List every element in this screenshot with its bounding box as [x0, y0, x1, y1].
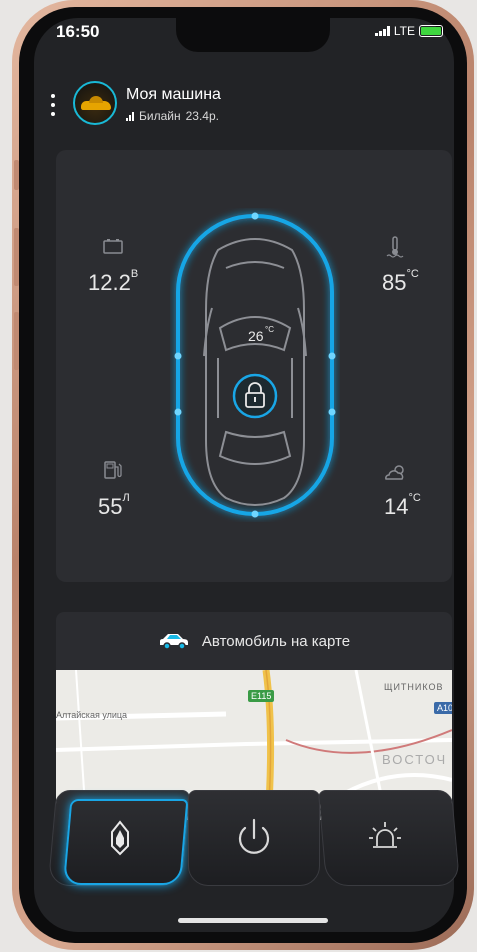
status-time: 16:50	[56, 22, 100, 41]
map-label-district: ЩИТНИКОВ	[384, 682, 444, 692]
battery-voltage-value: 12.2	[88, 270, 131, 295]
key-icon	[111, 820, 129, 856]
map-label-district-2: ВОСТОЧ	[382, 752, 448, 767]
fuel-level-unit: Л	[122, 492, 130, 504]
volume-down-button	[14, 312, 19, 370]
mute-switch	[14, 160, 19, 190]
car-icon	[159, 634, 188, 649]
map-label-street: Алтайская улица	[56, 710, 128, 720]
engine-temperature-value: 85	[382, 270, 407, 295]
sim-balance: 23.4р.	[185, 109, 219, 123]
power-icon	[238, 818, 270, 854]
car-on-map-card[interactable]: Автомобиль на карте	[56, 612, 452, 670]
engine-temperature: 85°C	[382, 268, 419, 296]
operator-signal-icon	[126, 111, 134, 121]
cabin-temperature-unit: °C	[265, 325, 274, 334]
car-avatar[interactable]	[73, 81, 117, 125]
engine-temperature-unit: °C	[406, 268, 419, 280]
siren-icon	[369, 822, 401, 848]
battery-voltage: 12.2В	[88, 268, 139, 296]
battery-icon	[103, 238, 123, 259]
security-perimeter	[176, 214, 334, 516]
network-type: LTE	[393, 24, 415, 38]
map-route-e115: E115	[248, 690, 275, 702]
battery-voltage-unit: В	[130, 268, 139, 280]
fuel-level: 55Л	[98, 492, 130, 520]
operator-name: Билайн	[139, 109, 181, 123]
car-name[interactable]: Моя машина	[126, 86, 221, 104]
car-on-map-title: Автомобиль на карте	[201, 632, 351, 650]
map-route-a10: A10	[434, 702, 452, 714]
fuel-level-value: 55	[98, 494, 123, 519]
lock-icon[interactable]	[232, 373, 278, 419]
car-topview-illustration: 26 °C	[174, 212, 336, 518]
volume-up-button	[14, 228, 19, 286]
outside-temperature-unit: °C	[408, 492, 421, 504]
weather-icon	[383, 462, 409, 487]
notch	[176, 18, 330, 52]
operator-info: Билайн 23.4р.	[126, 109, 219, 123]
outside-temperature-value: 14	[384, 494, 409, 519]
engine-temp-icon	[386, 236, 404, 263]
fuel-icon	[103, 460, 123, 485]
cabin-temperature-value: 26	[248, 328, 264, 344]
menu-icon[interactable]	[50, 94, 56, 116]
outside-temperature: 14°C	[384, 492, 421, 520]
signal-icon	[374, 26, 390, 36]
battery-status-icon	[419, 25, 443, 37]
status-bar-right: LTE	[374, 24, 443, 38]
home-indicator[interactable]	[178, 918, 328, 923]
